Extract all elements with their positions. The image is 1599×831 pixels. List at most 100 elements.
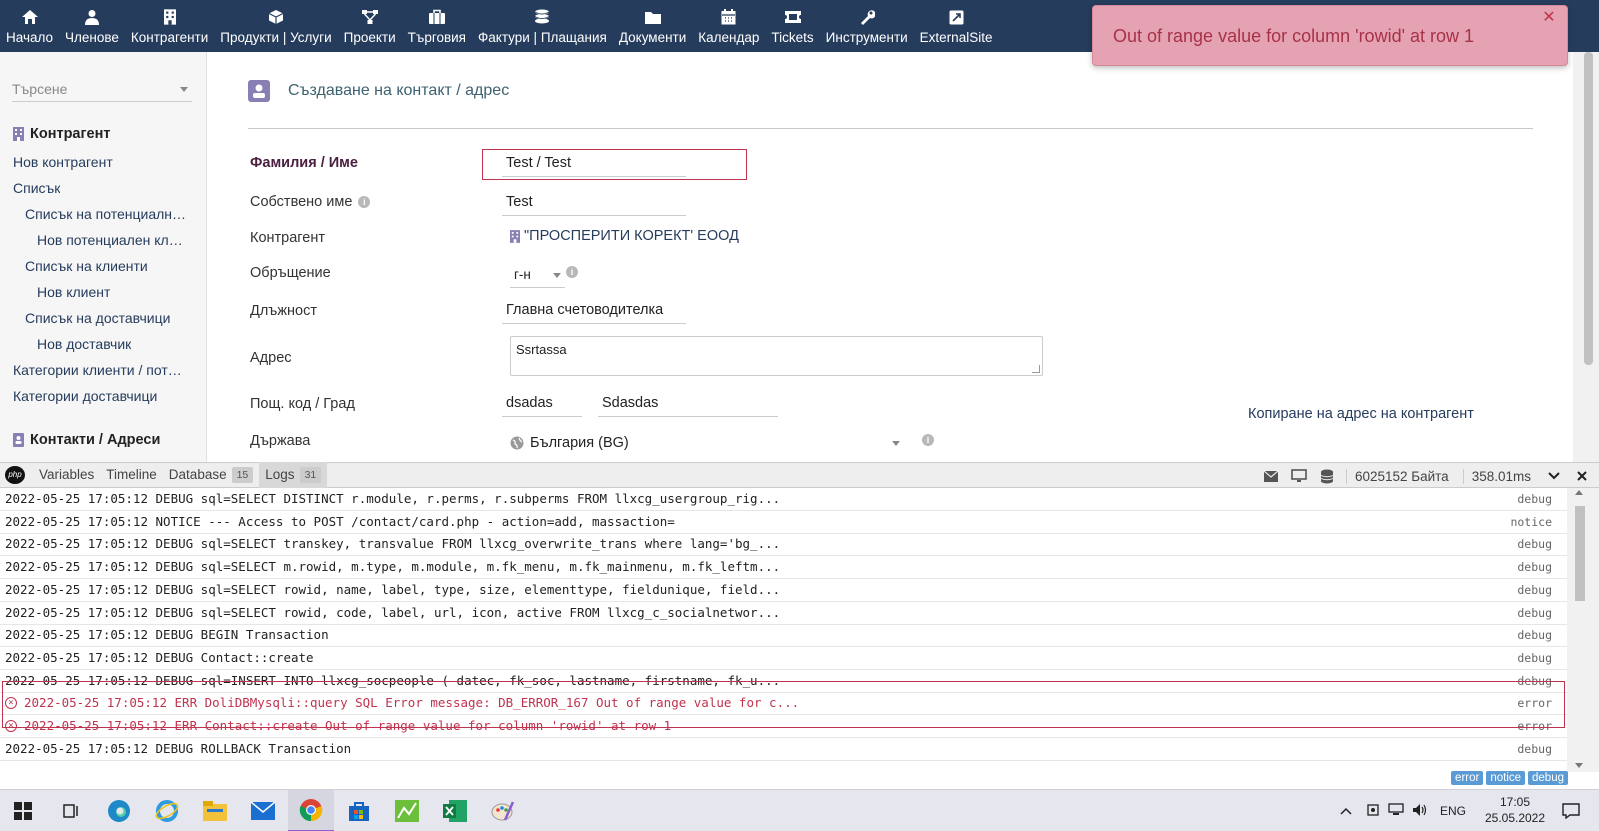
sidebar-link[interactable]: Нов доставчик bbox=[37, 336, 131, 352]
firstname-input[interactable] bbox=[502, 188, 686, 216]
chevron-up-icon[interactable] bbox=[1340, 804, 1352, 818]
topnav-item-6[interactable]: Фактури | Плащания bbox=[472, 0, 613, 52]
lastname-label: Фамилия / Име bbox=[250, 155, 358, 171]
meet-icon[interactable] bbox=[1366, 803, 1380, 820]
scroll-up-icon[interactable] bbox=[1575, 490, 1583, 495]
task-view-icon[interactable] bbox=[48, 790, 94, 831]
excel-icon[interactable] bbox=[432, 790, 478, 831]
log-level: debug bbox=[1517, 741, 1552, 756]
notifications-icon[interactable] bbox=[1548, 790, 1594, 831]
topnav-item-7[interactable]: Документи bbox=[613, 0, 692, 52]
topnav-item-label: Tickets bbox=[771, 30, 814, 45]
close-icon[interactable] bbox=[1573, 467, 1591, 485]
store-icon[interactable] bbox=[336, 790, 382, 831]
ie-icon[interactable] bbox=[144, 790, 190, 831]
sidebar-link[interactable]: Списък bbox=[13, 180, 60, 196]
clock-time: 17:05 bbox=[1499, 795, 1531, 809]
debugbar-tab-logs[interactable]: Logs 31 bbox=[259, 462, 328, 488]
sidebar-link[interactable]: Нов контрагент bbox=[13, 154, 113, 170]
sidebar-section-contacts[interactable]: Контакти / Адреси bbox=[13, 432, 160, 448]
company-link[interactable]: "ПРОСПЕРИТИ КОРЕКТ' ЕООД bbox=[510, 228, 739, 244]
page-scrollbar[interactable] bbox=[1573, 52, 1599, 462]
log-row: 2022-05-25 17:05:12 DEBUG sql=SELECT tra… bbox=[0, 533, 1567, 557]
app-chart-icon[interactable] bbox=[384, 790, 430, 831]
topnav-item-11[interactable]: ExternalSite bbox=[914, 0, 999, 52]
mail-app-icon[interactable] bbox=[240, 790, 286, 831]
debugbar-tab-timeline[interactable]: Timeline bbox=[100, 462, 163, 488]
php-logo-icon[interactable]: php bbox=[5, 466, 25, 484]
log-message: 2022-05-25 17:05:12 ERR Contact::create … bbox=[24, 718, 672, 733]
job-input[interactable] bbox=[502, 296, 686, 324]
topnav-item-0[interactable]: Начало bbox=[0, 0, 59, 52]
taskbar-clock[interactable]: 17:05 25.05.2022 bbox=[1480, 794, 1550, 826]
topnav-item-label: ExternalSite bbox=[919, 30, 993, 45]
civility-value: г-н bbox=[514, 267, 531, 282]
sidebar-link[interactable]: Категории клиенти / пот… bbox=[13, 362, 182, 378]
mail-icon[interactable] bbox=[1262, 467, 1280, 485]
paint-icon[interactable] bbox=[480, 790, 526, 831]
log-message: 2022-05-25 17:05:12 DEBUG sql=SELECT tra… bbox=[5, 536, 781, 552]
database-icon[interactable] bbox=[1318, 467, 1336, 485]
topnav-item-1[interactable]: Членове bbox=[59, 0, 125, 52]
log-level: debug bbox=[1517, 582, 1552, 597]
info-icon[interactable]: i bbox=[922, 434, 934, 446]
debugbar-tab-database[interactable]: Database 15 bbox=[163, 462, 259, 488]
globe-icon bbox=[510, 436, 524, 450]
log-filter-error[interactable]: error bbox=[1451, 771, 1484, 785]
volume-icon[interactable] bbox=[1412, 803, 1428, 820]
memory-usage: 6025152 Байта bbox=[1345, 468, 1453, 484]
debug-bar: php Variables Timeline Database 15 Logs 31 60… bbox=[0, 462, 1599, 488]
scroll-down-icon[interactable] bbox=[1575, 763, 1583, 768]
resize-handle[interactable] bbox=[1032, 365, 1040, 373]
topnav-item-2[interactable]: Контрагенти bbox=[125, 0, 214, 52]
log-message: 2022-05-25 17:05:12 NOTICE --- Access to… bbox=[5, 513, 675, 529]
chevron-down-icon[interactable] bbox=[1545, 467, 1563, 485]
topnav-item-9[interactable]: Tickets bbox=[765, 0, 819, 52]
info-icon[interactable]: i bbox=[566, 266, 578, 278]
topnav-item-4[interactable]: Проекти bbox=[338, 0, 402, 52]
topnav-item-3[interactable]: Продукти | Услуги bbox=[214, 0, 337, 52]
info-icon[interactable]: i bbox=[358, 196, 371, 208]
civility-select[interactable]: г-н bbox=[510, 262, 565, 288]
sidebar-section-thirdparty[interactable]: Контрагент bbox=[13, 126, 110, 142]
monitor-icon[interactable] bbox=[1290, 467, 1308, 485]
lastname-input[interactable] bbox=[502, 149, 686, 177]
sidebar-link[interactable]: Нов потенциален кл… bbox=[37, 232, 183, 248]
sidebar-link[interactable]: Списък на доставчици bbox=[25, 310, 170, 326]
windows-start-icon[interactable] bbox=[0, 790, 46, 831]
close-icon[interactable]: ✕ bbox=[1541, 10, 1557, 26]
file-explorer-icon[interactable] bbox=[192, 790, 238, 831]
log-level: debug bbox=[1517, 628, 1552, 643]
log-level: debug bbox=[1517, 537, 1552, 552]
sidebar-link[interactable]: Списък на клиенти bbox=[25, 258, 148, 274]
scrollbar-thumb[interactable] bbox=[1575, 506, 1585, 601]
address-textarea[interactable]: Ssrtassa bbox=[510, 336, 1043, 376]
chrome-icon[interactable] bbox=[288, 790, 334, 831]
language-indicator[interactable]: ENG bbox=[1440, 804, 1466, 818]
debugbar-tab-variables[interactable]: Variables bbox=[33, 462, 100, 488]
country-label: Държава bbox=[250, 433, 311, 449]
sidebar-link[interactable]: Списък на потенциалн… bbox=[25, 206, 186, 222]
edge-icon[interactable] bbox=[96, 790, 142, 831]
log-row: 2022-05-25 17:05:12 DEBUG ROLLBACK Trans… bbox=[0, 738, 1567, 761]
town-input[interactable] bbox=[598, 389, 778, 417]
briefcase-icon bbox=[428, 7, 446, 27]
debugbar-tab-label: Logs bbox=[265, 467, 295, 482]
zip-input[interactable] bbox=[502, 389, 582, 417]
topnav-item-8[interactable]: Календар bbox=[692, 0, 765, 52]
network-icon[interactable] bbox=[1388, 803, 1404, 819]
topnav-item-5[interactable]: Търговия bbox=[402, 0, 472, 52]
scrollbar-thumb[interactable] bbox=[1584, 52, 1593, 365]
topnav-item-label: Календар bbox=[698, 30, 760, 45]
log-scrollbar[interactable] bbox=[1567, 488, 1599, 772]
sidebar-link[interactable]: Нов клиент bbox=[37, 284, 110, 300]
sidebar-link[interactable]: Категории доставчици bbox=[13, 388, 157, 404]
country-select[interactable]: България (BG) bbox=[510, 431, 900, 455]
log-filter-notice[interactable]: notice bbox=[1486, 771, 1526, 785]
copy-address-link[interactable]: Копиране на адрес на контрагент bbox=[1248, 406, 1474, 422]
sidebar-search-select[interactable]: Търсене bbox=[12, 76, 192, 102]
log-filter-debug[interactable]: debug bbox=[1528, 771, 1568, 785]
topnav-item-10[interactable]: Инструменти bbox=[820, 0, 914, 52]
log-message: 2022-05-25 17:05:12 DEBUG sql=INSERT INT… bbox=[5, 672, 781, 688]
log-row: 2022-05-25 17:05:12 NOTICE --- Access to… bbox=[0, 511, 1567, 534]
